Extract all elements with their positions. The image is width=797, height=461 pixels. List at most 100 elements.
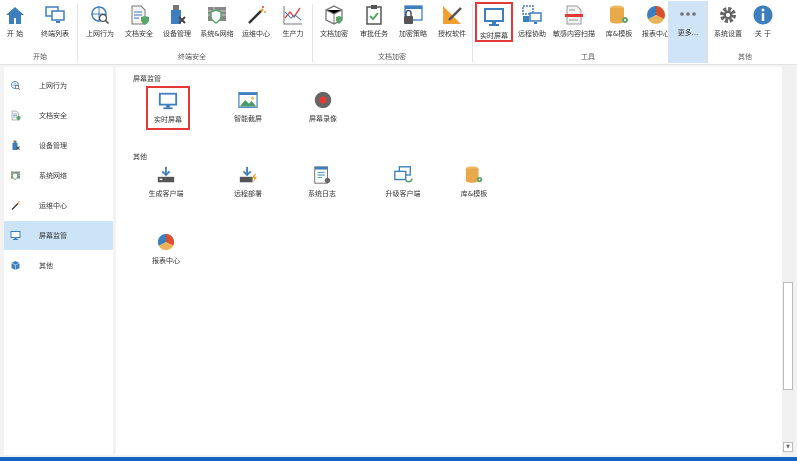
database-gear-icon [608,4,630,26]
section-title-other: 其他 [133,153,147,161]
scrollbar-thumb[interactable] [783,282,793,390]
toolbar-button-label: 加密策略 [399,30,427,38]
sidebar-item-document-shield[interactable]: 文档安全 [4,101,113,130]
ruler-pencil-icon [441,4,463,26]
toolbar-button-label: 授权软件 [438,30,466,38]
toolbar-button-label: 运维中心 [242,30,270,38]
group-label-other: 其他 [738,53,752,61]
tool-item-monitor[interactable]: 实时屏幕 [146,86,190,130]
tool-item-pie-chart[interactable]: 报表中心 [136,232,196,266]
sidebar-item-monitor[interactable]: 屏幕监管 [4,221,113,250]
sidebar-item-usb-device[interactable]: 设备管理 [4,131,113,160]
toolbar-button-remote-assist[interactable]: 远程协助 [512,2,552,42]
toolbar-button-ruler-pencil[interactable]: 授权软件 [432,2,472,42]
content-panel: 屏幕监管 其他 实时屏幕 智能截屏 屏幕录像生成客户端 远程部署 系统日志 升级客户端 库&… [116,67,782,455]
tool-item-download-client[interactable]: 生成客户端 [136,165,196,199]
ribbon-toolbar: 开 始 终端列表 上网行为 文档安全 设备管理 系统&网络 运维中心 生产力 文档加密 审批任务 加… [0,0,797,65]
sidebar-item-label: 其他 [39,261,53,270]
toolbar-button-globe-search[interactable]: 上网行为 [80,2,120,42]
toolbar-button-label: 生产力 [282,30,304,38]
toolbar-button-label: 审批任务 [360,30,388,38]
toolbar-button-usb-device[interactable]: 设备管理 [157,2,197,42]
sidebar-item-cube[interactable]: 其他 [4,251,113,280]
toolbar-button-label: 库&模板 [605,30,633,38]
sidebar-item-label: 上网行为 [39,81,67,90]
monitors-icon [44,4,66,26]
tool-item-label: 远程部署 [234,190,262,198]
upgrade-client-icon [393,165,413,185]
pie-chart-icon [156,232,176,252]
toolbar-button-label: 实时屏幕 [480,32,508,40]
toolbar-button-productivity-chart[interactable]: 生产力 [273,2,313,42]
toolbar-button-database-gear[interactable]: 库&模板 [599,2,639,42]
box-shield-icon [323,4,345,26]
vertical-scrollbar[interactable]: ▼ [782,67,795,455]
monitor-icon [158,91,178,111]
document-shield-icon [10,110,21,121]
tool-item-log[interactable]: 系统日志 [292,165,352,199]
sidebar-item-magic-wand[interactable]: 运维中心 [4,191,113,220]
usb-device-icon [166,4,188,26]
toolbar-button-monitor[interactable]: 实时屏幕 [475,2,513,42]
more-icon [677,3,699,25]
tool-item-database-gear[interactable]: 库&模板 [444,165,504,199]
group-label-start: 开始 [33,53,47,61]
tool-item-upgrade-client[interactable]: 升级客户端 [373,165,433,199]
globe-search-icon [10,80,21,91]
sidebar-item-firewall-shield[interactable]: 系统网络 [4,161,113,190]
toolbar-button-label: 关 于 [754,30,772,38]
tool-item-label: 实时屏幕 [154,116,182,124]
toolbar-button-home[interactable]: 开 始 [0,2,35,42]
clipboard-check-icon [363,4,385,26]
info-icon [752,4,774,26]
toolbar-button-label: 上网行为 [86,30,114,38]
download-client-icon [156,165,176,185]
tool-item-label: 报表中心 [152,257,180,265]
toolbar-button-label: 终端列表 [41,30,69,38]
tool-item-label: 系统日志 [308,190,336,198]
toolbar-button-more[interactable]: 更多... [668,1,708,63]
toolbar-button-lock-window[interactable]: 加密策略 [393,2,433,42]
toolbar-button-box-shield[interactable]: 文档加密 [314,2,354,42]
toolbar-button-document-scan[interactable]: 敏感内容扫描 [549,2,599,42]
toolbar-button-firewall-shield[interactable]: 系统&网络 [197,2,237,42]
tool-item-label: 库&模板 [460,190,488,198]
log-icon [312,165,332,185]
scroll-down-arrow-icon[interactable]: ▼ [783,442,793,452]
magic-wand-icon [10,200,21,211]
status-bar [0,457,797,461]
toolbar-button-label: 系统设置 [714,30,742,38]
toolbar-button-label: 文档安全 [125,30,153,38]
lock-window-icon [402,4,424,26]
toolbar-button-magic-wand[interactable]: 运维中心 [236,2,276,42]
usb-device-icon [10,140,21,151]
tool-item-record[interactable]: 屏幕录像 [293,90,353,124]
tool-item-label: 屏幕录像 [309,115,337,123]
toolbar-button-label: 设备管理 [163,30,191,38]
tool-item-remote-deploy[interactable]: 远程部署 [218,165,278,199]
toolbar-button-gear[interactable]: 系统设置 [708,2,748,42]
toolbar-button-label: 开 始 [6,30,24,38]
toolbar-button-label: 远程协助 [518,30,546,38]
sidebar-item-globe-search[interactable]: 上网行为 [4,71,113,100]
monitor-icon [10,230,21,241]
document-scan-icon [563,4,585,26]
toolbar-button-info[interactable]: 关 于 [743,2,783,42]
pie-chart-icon [645,4,667,26]
toolbar-button-monitors[interactable]: 终端列表 [35,2,75,42]
separator [705,4,706,62]
sidebar: 上网行为文档安全设备管理系统网络 运维中心 屏幕监管其他 [4,67,113,455]
cube-icon [10,260,21,271]
landscape-icon [238,90,258,110]
toolbar-button-document-shield[interactable]: 文档安全 [119,2,159,42]
tool-item-landscape[interactable]: 智能截屏 [218,90,278,124]
toolbar-button-clipboard-check[interactable]: 审批任务 [354,2,394,42]
sidebar-item-label: 文档安全 [39,111,67,120]
toolbar-button-label: 系统&网络 [200,30,234,38]
globe-search-icon [89,4,111,26]
section-title-screen-monitor: 屏幕监管 [133,75,161,83]
toolbar-button-label: 更多... [677,29,699,37]
gear-icon [717,4,739,26]
sidebar-item-label: 设备管理 [39,141,67,150]
magic-wand-icon [245,4,267,26]
